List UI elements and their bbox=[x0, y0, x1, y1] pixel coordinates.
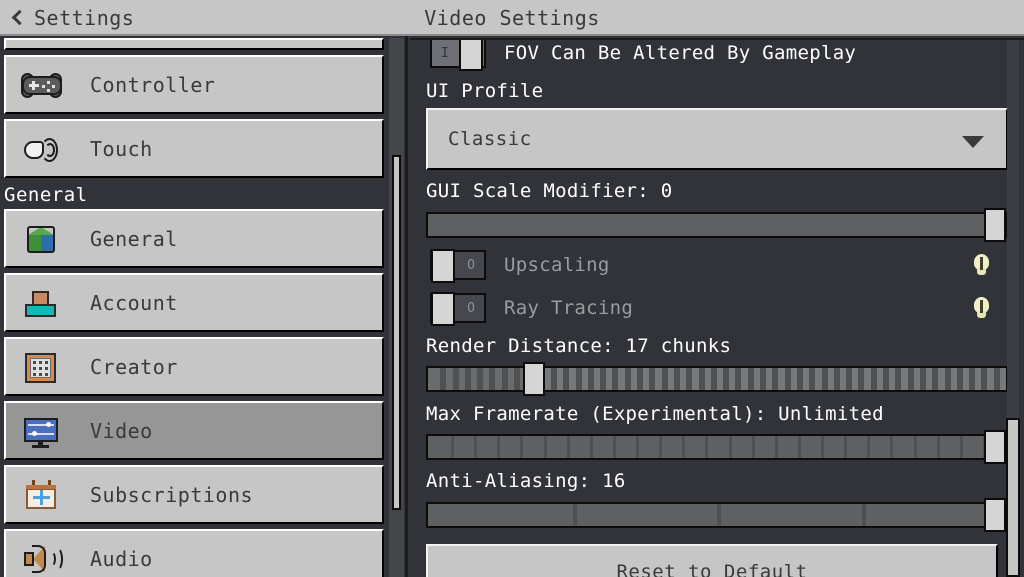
sidebar-scrollbar-thumb[interactable] bbox=[392, 155, 401, 510]
toggle-state-mark: O bbox=[467, 301, 475, 316]
ui-profile-selected-value: Classic bbox=[448, 128, 532, 150]
gui-scale-slider[interactable] bbox=[426, 208, 1008, 242]
settings-sidebar: Controller Touch General General Account… bbox=[0, 38, 388, 577]
sidebar-section-header: General bbox=[0, 183, 388, 209]
page-title: Video Settings bbox=[424, 6, 600, 30]
panel-divider bbox=[405, 36, 408, 577]
fov-altered-toggle[interactable]: I bbox=[430, 40, 486, 71]
sidebar-item-account[interactable]: Account bbox=[4, 273, 384, 332]
sidebar-item-general[interactable]: General bbox=[4, 209, 384, 268]
sidebar-item-list: Controller Touch General General Account… bbox=[0, 38, 388, 577]
toggle-knob bbox=[431, 249, 455, 283]
subscriptions-calendar-plus-icon bbox=[20, 475, 64, 515]
ray-tracing-info-bulb-icon[interactable] bbox=[973, 297, 990, 318]
max-framerate-slider-row bbox=[410, 430, 1024, 464]
render-distance-slider[interactable] bbox=[426, 362, 1008, 396]
toggle-knob bbox=[459, 40, 483, 71]
upscaling-toggle[interactable]: O bbox=[430, 249, 486, 283]
upscaling-info-bulb-icon[interactable] bbox=[973, 254, 990, 275]
anti-aliasing-label-row: Anti-Aliasing: 16 bbox=[410, 470, 1024, 492]
max-framerate-slider[interactable] bbox=[426, 430, 1008, 464]
sidebar-item-touch[interactable]: Touch bbox=[4, 119, 384, 178]
sidebar-item-creator[interactable]: Creator bbox=[4, 337, 384, 396]
sidebar-item-subscriptions[interactable]: Subscriptions bbox=[4, 465, 384, 524]
creator-crafting-table-icon bbox=[20, 347, 64, 387]
ui-profile-dropdown-row: Classic bbox=[410, 108, 1024, 170]
ray-tracing-setting-row: O Ray Tracing bbox=[410, 291, 1024, 326]
max-framerate-slider-knob[interactable] bbox=[984, 430, 1006, 464]
ui-profile-dropdown[interactable]: Classic bbox=[426, 108, 1008, 170]
sidebar-item-label: Subscriptions bbox=[90, 482, 254, 507]
ray-tracing-label: Ray Tracing bbox=[504, 297, 634, 319]
sidebar-item-audio[interactable]: Audio bbox=[4, 529, 384, 577]
ui-profile-label-row: UI Profile bbox=[410, 80, 1024, 102]
audio-speaker-icon bbox=[20, 539, 64, 577]
anti-aliasing-label: Anti-Aliasing: 16 bbox=[426, 470, 626, 492]
reset-to-default-button[interactable]: Reset to Default bbox=[426, 544, 998, 577]
sidebar-item-partial-above[interactable] bbox=[4, 38, 384, 50]
sidebar-item-label: Account bbox=[90, 290, 178, 315]
sidebar-item-video[interactable]: Video bbox=[4, 401, 384, 460]
gui-scale-slider-row bbox=[410, 208, 1024, 242]
grass-cube-icon bbox=[20, 219, 64, 259]
max-framerate-label-row: Max Framerate (Experimental): Unlimited bbox=[410, 403, 1024, 425]
render-distance-slider-knob[interactable] bbox=[522, 362, 545, 396]
sidebar-item-label: Video bbox=[90, 418, 153, 443]
video-monitor-icon bbox=[20, 411, 64, 451]
sidebar-item-label: Audio bbox=[90, 546, 153, 571]
top-header-bar: Settings Video Settings bbox=[0, 0, 1024, 36]
video-settings-panel: I FOV Can Be Altered By Gameplay UI Prof… bbox=[410, 38, 1024, 577]
touch-hand-icon bbox=[20, 129, 64, 169]
ray-tracing-toggle[interactable]: O bbox=[430, 292, 486, 326]
sidebar-item-controller[interactable]: Controller bbox=[4, 55, 384, 114]
render-distance-label: Render Distance: 17 chunks bbox=[426, 335, 732, 357]
content-scrollbar-thumb[interactable] bbox=[1006, 418, 1020, 577]
gui-scale-slider-knob[interactable] bbox=[984, 208, 1006, 242]
toggle-state-mark: O bbox=[467, 258, 475, 273]
toggle-knob bbox=[431, 292, 455, 326]
ui-profile-label: UI Profile bbox=[426, 80, 544, 102]
settings-screen: Settings Video Settings Controller Touch… bbox=[0, 0, 1024, 577]
render-distance-label-row: Render Distance: 17 chunks bbox=[410, 335, 1024, 357]
anti-aliasing-slider[interactable] bbox=[426, 498, 1008, 532]
reset-to-default-label: Reset to Default bbox=[616, 561, 808, 577]
controller-icon bbox=[20, 65, 64, 105]
upscaling-label: Upscaling bbox=[504, 254, 610, 276]
account-person-icon bbox=[20, 283, 64, 323]
fov-altered-setting-row: I FOV Can Be Altered By Gameplay bbox=[410, 40, 1024, 71]
upscaling-setting-row: O Upscaling bbox=[410, 248, 1024, 283]
anti-aliasing-slider-row bbox=[410, 498, 1024, 532]
gui-scale-label-row: GUI Scale Modifier: 0 bbox=[410, 180, 1024, 202]
gui-scale-label: GUI Scale Modifier: 0 bbox=[426, 180, 673, 202]
sidebar-item-label: Controller bbox=[90, 72, 216, 97]
toggle-state-mark: I bbox=[441, 46, 449, 61]
sidebar-item-label: Creator bbox=[90, 354, 178, 379]
fov-altered-label: FOV Can Be Altered By Gameplay bbox=[504, 42, 857, 64]
sidebar-item-label: General bbox=[90, 226, 178, 251]
sidebar-item-label: Touch bbox=[90, 136, 153, 161]
max-framerate-label: Max Framerate (Experimental): Unlimited bbox=[426, 403, 884, 425]
render-distance-slider-row bbox=[410, 362, 1024, 396]
chevron-down-icon bbox=[962, 136, 984, 148]
anti-aliasing-slider-knob[interactable] bbox=[984, 498, 1006, 532]
